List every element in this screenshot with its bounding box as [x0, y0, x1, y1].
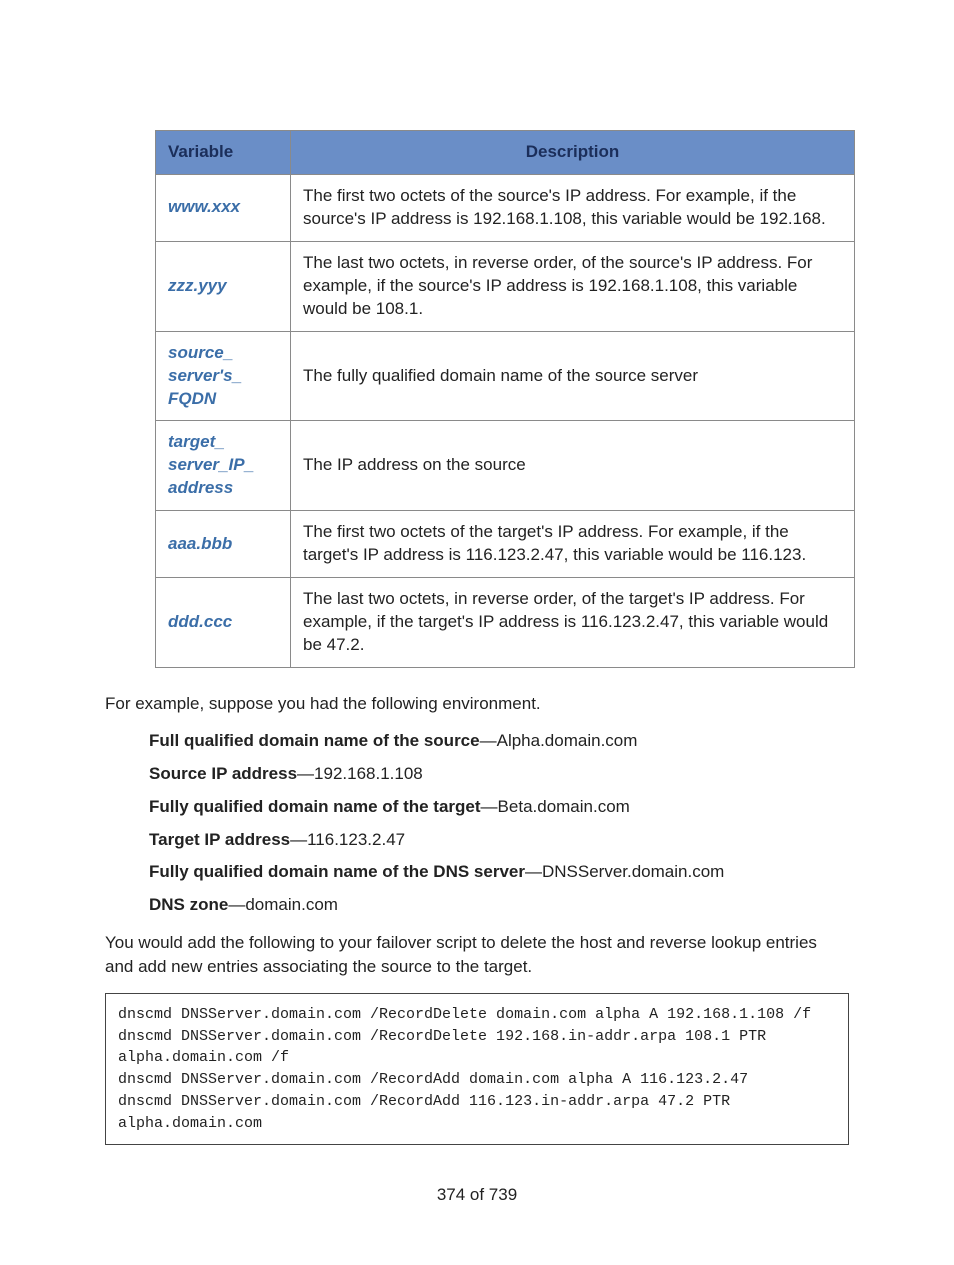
- page-content: Variable Description www.xxx The first t…: [0, 0, 954, 1265]
- env-label: Fully qualified domain name of the DNS s…: [149, 862, 525, 881]
- var-desc: The first two octets of the target's IP …: [291, 511, 855, 578]
- env-value: —Beta.domain.com: [481, 797, 630, 816]
- table-row: www.xxx The first two octets of the sour…: [156, 174, 855, 241]
- env-item: DNS zone—domain.com: [149, 894, 849, 917]
- table-row: zzz.yyy The last two octets, in reverse …: [156, 241, 855, 331]
- col-header-description: Description: [291, 131, 855, 175]
- env-item: Fully qualified domain name of the targe…: [149, 796, 849, 819]
- var-desc: The first two octets of the source's IP …: [291, 174, 855, 241]
- var-desc: The IP address on the source: [291, 421, 855, 511]
- var-name: aaa.bbb: [156, 511, 291, 578]
- env-label: Fully qualified domain name of the targe…: [149, 797, 481, 816]
- env-label: DNS zone: [149, 895, 228, 914]
- intro-paragraph: For example, suppose you had the followi…: [105, 692, 849, 716]
- env-item: Fully qualified domain name of the DNS s…: [149, 861, 849, 884]
- var-name: zzz.yyy: [156, 241, 291, 331]
- env-value: —domain.com: [228, 895, 338, 914]
- env-value: —192.168.1.108: [297, 764, 423, 783]
- env-item: Source IP address—192.168.1.108: [149, 763, 849, 786]
- after-paragraph: You would add the following to your fail…: [105, 931, 849, 979]
- table-row: ddd.ccc The last two octets, in reverse …: [156, 578, 855, 668]
- env-label: Target IP address: [149, 830, 290, 849]
- table-row: target_ server_IP_ address The IP addres…: [156, 421, 855, 511]
- env-label: Source IP address: [149, 764, 297, 783]
- env-value: —116.123.2.47: [290, 830, 405, 849]
- col-header-variable: Variable: [156, 131, 291, 175]
- code-block: dnscmd DNSServer.domain.com /RecordDelet…: [105, 993, 849, 1146]
- env-value: —Alpha.domain.com: [480, 731, 638, 750]
- var-desc: The last two octets, in reverse order, o…: [291, 578, 855, 668]
- env-value: —DNSServer.domain.com: [525, 862, 724, 881]
- environment-list: Full qualified domain name of the source…: [149, 730, 849, 918]
- table-row: aaa.bbb The first two octets of the targ…: [156, 511, 855, 578]
- var-name: ddd.ccc: [156, 578, 291, 668]
- var-desc: The last two octets, in reverse order, o…: [291, 241, 855, 331]
- page-footer: 374 of 739: [105, 1185, 849, 1205]
- env-label: Full qualified domain name of the source: [149, 731, 480, 750]
- variables-table: Variable Description www.xxx The first t…: [155, 130, 855, 668]
- var-name: www.xxx: [156, 174, 291, 241]
- table-header-row: Variable Description: [156, 131, 855, 175]
- env-item: Target IP address—116.123.2.47: [149, 829, 849, 852]
- var-desc: The fully qualified domain name of the s…: [291, 331, 855, 421]
- env-item: Full qualified domain name of the source…: [149, 730, 849, 753]
- table-row: source_ server's_ FQDN The fully qualifi…: [156, 331, 855, 421]
- var-name: source_ server's_ FQDN: [156, 331, 291, 421]
- var-name: target_ server_IP_ address: [156, 421, 291, 511]
